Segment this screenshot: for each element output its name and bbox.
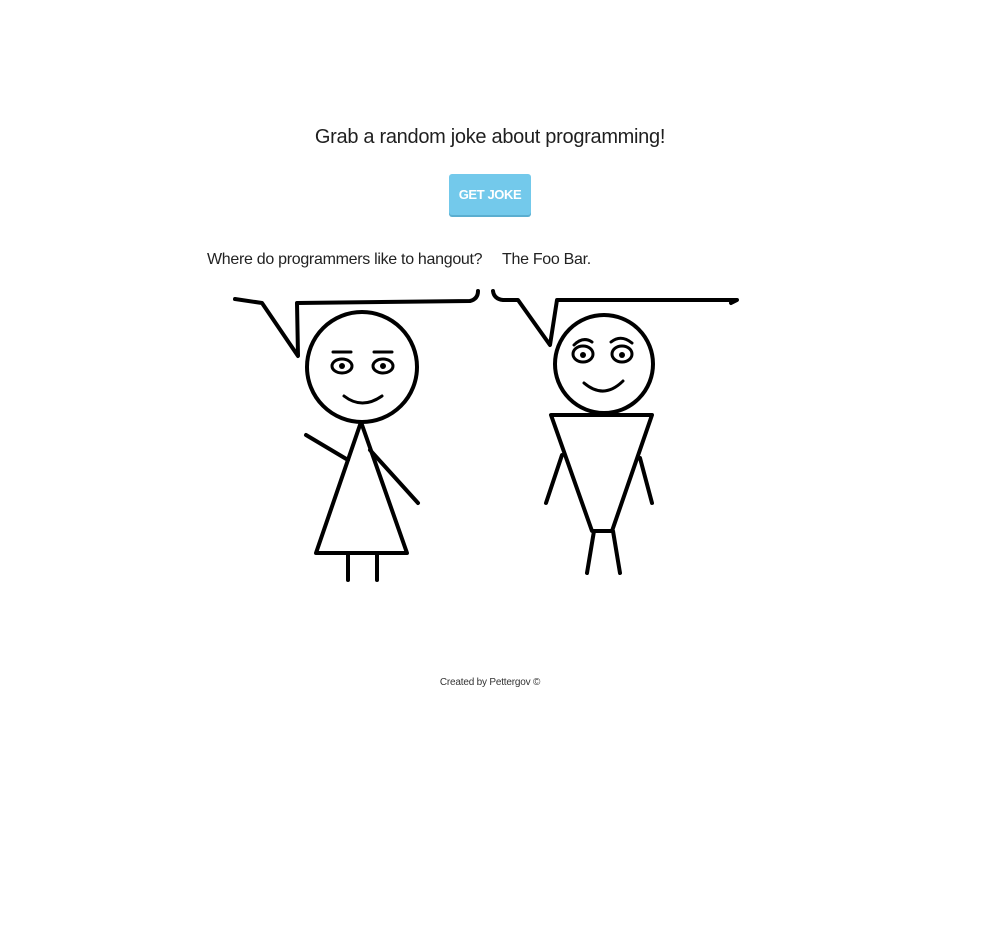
smile-left: [342, 394, 384, 405]
eyebrow-right-1: [572, 338, 594, 347]
smile-right: [582, 379, 625, 393]
torso-right: [549, 413, 654, 533]
page: Grab a random joke about programming! GE…: [0, 0, 1004, 940]
stick-figure-left: [304, 310, 420, 582]
stick-figure-right: [544, 313, 655, 575]
dress-left: [314, 420, 409, 555]
leg-right-2: [611, 529, 622, 575]
comic-illustration: [233, 289, 739, 582]
arm-left-down: [368, 448, 420, 505]
arm-right-1: [544, 453, 564, 505]
speech-bubble-left: [233, 289, 480, 358]
head-right: [553, 313, 655, 415]
head-left: [305, 310, 419, 424]
leg-right-1: [585, 529, 596, 575]
footer-credit: Created by Pettergov ©: [439, 677, 541, 688]
eyebrow-right-2: [609, 336, 634, 345]
arm-left-wave: [304, 433, 350, 462]
arm-right-2: [638, 456, 654, 505]
